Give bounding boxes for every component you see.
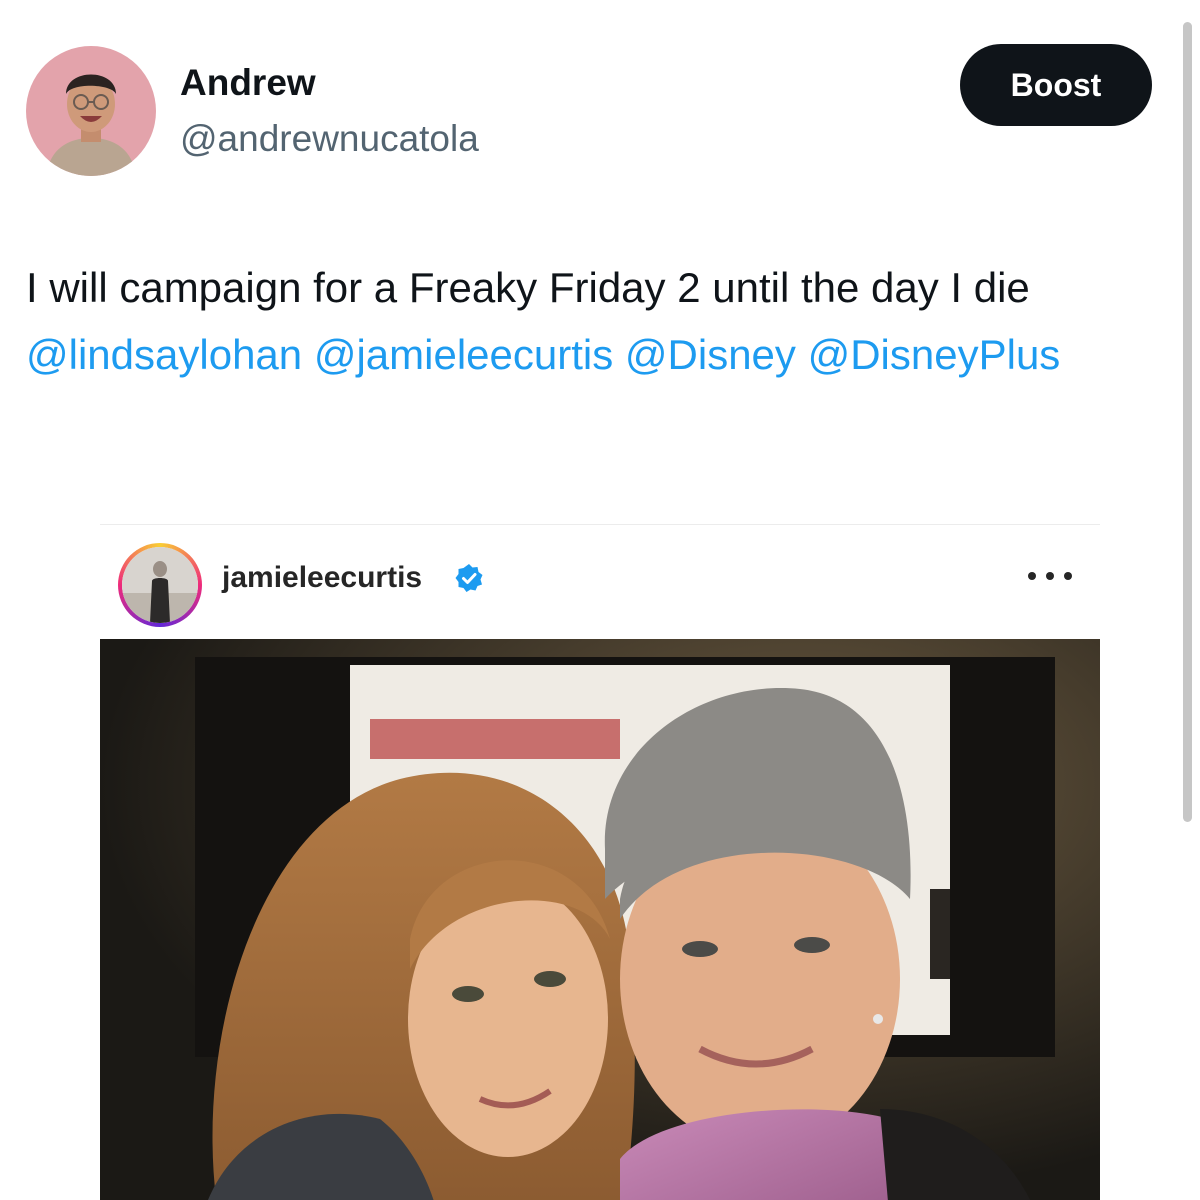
instagram-avatar xyxy=(122,547,198,623)
boost-button[interactable]: Boost xyxy=(960,44,1152,126)
mention-disney[interactable]: @Disney xyxy=(625,331,796,378)
verified-badge-icon xyxy=(455,564,483,592)
scrollbar[interactable] xyxy=(1183,22,1192,822)
author-handle[interactable]: @andrewnucatola xyxy=(180,118,479,160)
author-name[interactable]: Andrew xyxy=(180,62,316,104)
mention-jamieleecurtis[interactable]: @jamieleecurtis xyxy=(314,331,613,378)
post-photo[interactable] xyxy=(100,639,1100,1200)
author-avatar[interactable] xyxy=(26,46,156,176)
instagram-story-ring[interactable] xyxy=(118,543,202,627)
tweet-page: Andrew @andrewnucatola Boost I will camp… xyxy=(0,0,1200,1200)
tweet-text-body: I will campaign for a Freaky Friday 2 un… xyxy=(26,264,1030,311)
author-avatar-image xyxy=(26,46,156,176)
more-horizontal-icon[interactable] xyxy=(1028,561,1072,591)
embedded-instagram-post[interactable]: jamieleecurtis xyxy=(100,524,1100,1200)
tweet-text: I will campaign for a Freaky Friday 2 un… xyxy=(26,254,1146,388)
mention-disneyplus[interactable]: @DisneyPlus xyxy=(808,331,1061,378)
mention-lindsaylohan[interactable]: @lindsaylohan xyxy=(26,331,302,378)
instagram-username[interactable]: jamieleecurtis xyxy=(222,561,422,595)
